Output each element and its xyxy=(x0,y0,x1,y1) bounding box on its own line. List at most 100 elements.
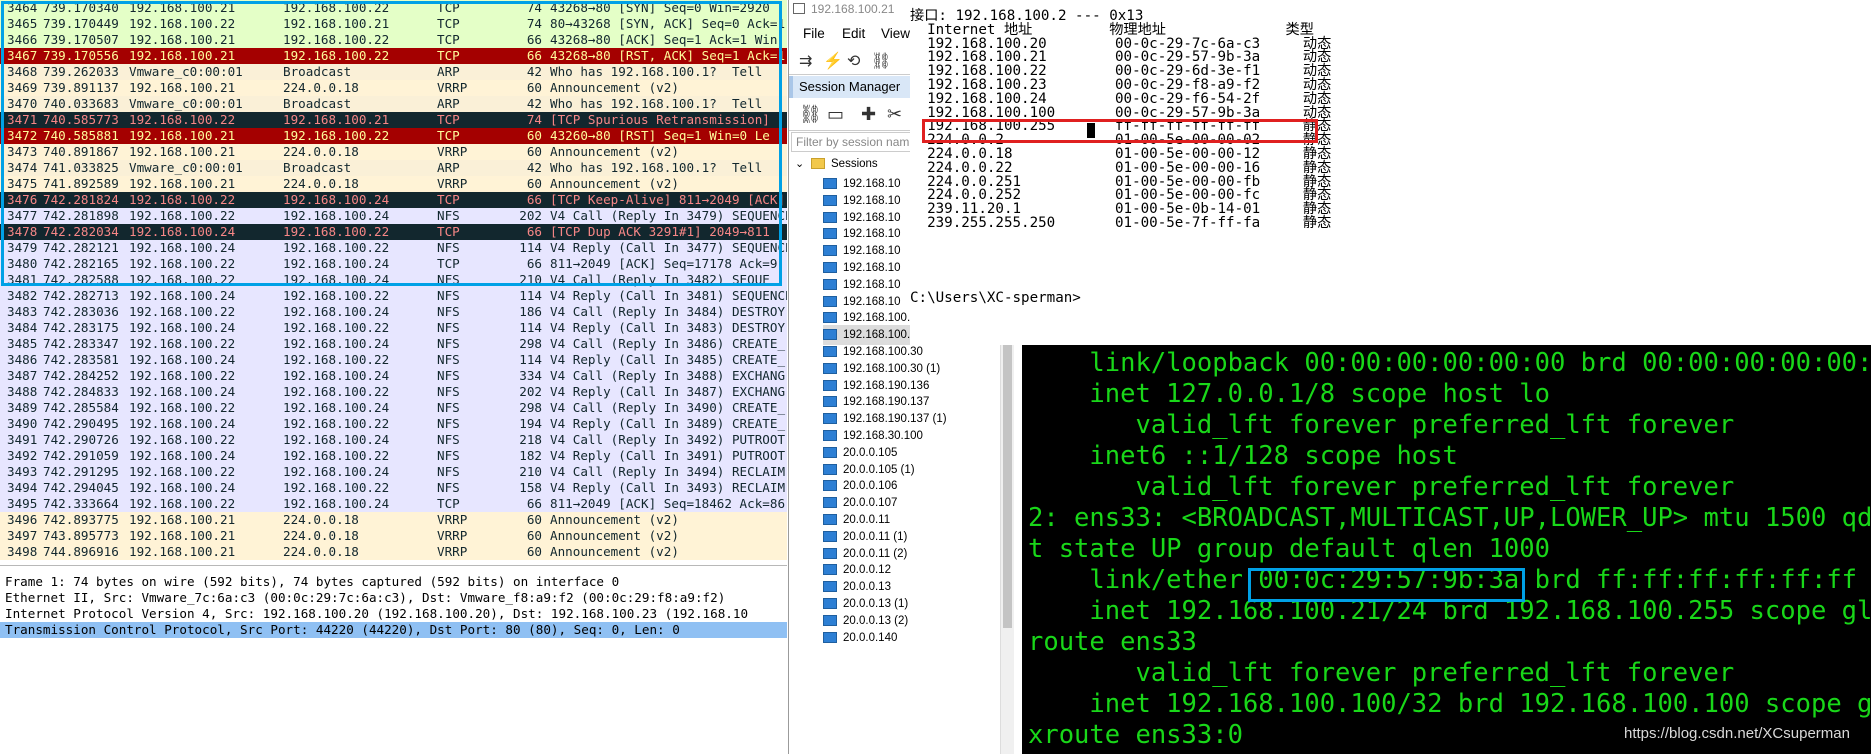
link-icon[interactable]: ⛓ xyxy=(799,104,822,125)
packet-row[interactable]: 3497 743.895773 192.168.100.21 224.0.0.18 VR… xyxy=(0,528,787,544)
highlight-box-blue xyxy=(1248,568,1525,602)
packet-proto: TCP xyxy=(437,496,460,511)
packet-time: 742.284252 xyxy=(43,368,119,383)
packet-row[interactable]: 3491 742.290726 192.168.100.22 192.168.100.… xyxy=(0,432,787,448)
packet-row[interactable]: 3487 742.284252 192.168.100.22 192.168.100.… xyxy=(0,368,787,384)
packet-len: 194 xyxy=(519,416,542,431)
packet-row[interactable]: 3498 744.896916 192.168.100.21 224.0.0.18 VR… xyxy=(0,544,787,560)
packet-proto: NFS xyxy=(437,416,460,431)
lightning-icon[interactable]: ⚡ xyxy=(823,51,843,71)
packet-src: 192.168.100.24 xyxy=(129,320,236,335)
monitor-icon xyxy=(823,329,837,341)
menu-view[interactable]: View xyxy=(881,22,910,46)
packet-proto: VRRP xyxy=(437,512,468,527)
packet-proto: NFS xyxy=(437,432,460,447)
packet-len: 210 xyxy=(519,464,542,479)
packet-len: 66 xyxy=(526,496,542,511)
packet-row[interactable]: 3485 742.283347 192.168.100.22 192.168.100.… xyxy=(0,336,787,352)
monitor-icon xyxy=(823,178,837,189)
packet-info: V4 Call (Reply In 3486) CREATE_ xyxy=(550,336,786,351)
connect-icon[interactable]: ⇉ xyxy=(799,51,812,71)
window-title-text: 192.168.100.21 xyxy=(811,2,895,16)
packet-row[interactable]: 3494 742.294045 192.168.100.24 192.168.100.… xyxy=(0,480,787,496)
monitor-icon xyxy=(823,413,837,425)
packet-time: 742.290726 xyxy=(43,432,119,447)
packet-proto: NFS xyxy=(437,352,460,367)
wireshark-window: 3464 739.170340 192.168.100.21 192.168.100.… xyxy=(0,0,787,754)
packet-len: 202 xyxy=(519,384,542,399)
packet-dst: 224.0.0.18 xyxy=(283,528,359,543)
menu-file[interactable]: File xyxy=(803,22,825,46)
terminal-line: inet 127.0.0.1/8 scope host lo xyxy=(1028,379,1550,409)
monitor-icon xyxy=(823,614,837,626)
cut-icon[interactable]: ✂ xyxy=(887,104,902,125)
packet-dst: 192.168.100.24 xyxy=(283,432,390,447)
monitor-icon xyxy=(823,379,837,391)
packet-info: V4 Call (Reply In 3494) RECLAIM xyxy=(550,464,786,479)
packet-src: 192.168.100.21 xyxy=(129,512,236,527)
packet-no: 3498 xyxy=(7,544,38,559)
packet-dst: 192.168.100.24 xyxy=(283,368,390,383)
monitor-icon xyxy=(823,631,837,643)
packet-len: 182 xyxy=(519,448,542,463)
packet-dst: 192.168.100.22 xyxy=(283,480,390,495)
packet-proto: NFS xyxy=(437,400,460,415)
session-item[interactable]: 20.0.0.140 xyxy=(823,628,999,648)
packet-dst: 192.168.100.22 xyxy=(283,352,390,367)
packet-row[interactable]: 3486 742.283581 192.168.100.24 192.168.100.… xyxy=(0,352,787,368)
detail-ip[interactable]: Internet Protocol Version 4, Src: 192.16… xyxy=(0,606,787,622)
packet-row[interactable]: 3493 742.291295 192.168.100.22 192.168.100.… xyxy=(0,464,787,480)
packet-dst: 192.168.100.24 xyxy=(283,304,390,319)
detail-ethernet[interactable]: Ethernet II, Src: Vmware_7c:6a:c3 (00:0c… xyxy=(0,590,787,606)
monitor-icon xyxy=(823,446,837,458)
packet-info: V4 Call (Reply In 3492) PUTROOT xyxy=(550,432,786,447)
packet-info: V4 Reply (Call In 3483) DESTROY xyxy=(550,320,786,335)
packet-row[interactable]: 3482 742.282713 192.168.100.24 192.168.100.… xyxy=(0,288,787,304)
packet-row[interactable]: 3489 742.285584 192.168.100.22 192.168.100.… xyxy=(0,400,787,416)
packet-no: 3496 xyxy=(7,512,38,527)
packet-dst: 224.0.0.18 xyxy=(283,544,359,559)
packet-time: 742.294045 xyxy=(43,480,119,495)
folder-icon[interactable]: ▭ xyxy=(827,104,844,125)
packet-row[interactable]: 3488 742.284833 192.168.100.24 192.168.100.… xyxy=(0,384,787,400)
monitor-icon xyxy=(823,598,837,609)
packet-row[interactable]: 3495 742.333664 192.168.100.22 192.168.100.… xyxy=(0,496,787,512)
terminal-line: xroute ens33:0 xyxy=(1028,720,1243,750)
packet-proto: NFS xyxy=(437,320,460,335)
add-icon[interactable]: ✚ xyxy=(861,104,876,125)
packet-src: 192.168.100.22 xyxy=(129,496,236,511)
arp-entry: 239.255.255.250 01-00-5e-7f-ff-fa 静态 xyxy=(910,215,1332,231)
packet-time: 742.283347 xyxy=(43,336,119,351)
menu-edit[interactable]: Edit xyxy=(842,22,865,46)
detail-tcp[interactable]: Transmission Control Protocol, Src Port:… xyxy=(0,622,787,638)
packet-time: 742.893775 xyxy=(43,512,119,527)
packet-no: 3491 xyxy=(7,432,38,447)
packet-time: 743.895773 xyxy=(43,528,119,543)
packet-time: 742.291059 xyxy=(43,448,119,463)
packet-src: 192.168.100.24 xyxy=(129,384,236,399)
packet-row[interactable]: 3483 742.283036 192.168.100.22 192.168.100.… xyxy=(0,304,787,320)
link-icon[interactable]: ⛓ xyxy=(871,51,891,71)
packet-row[interactable]: 3490 742.290495 192.168.100.24 192.168.100.… xyxy=(0,416,787,432)
packet-len: 114 xyxy=(519,352,542,367)
monitor-icon xyxy=(823,463,837,475)
packet-info: V4 Reply (Call In 3493) RECLAIM xyxy=(550,480,786,495)
packet-src: 192.168.100.21 xyxy=(129,544,236,559)
terminal-line: route ens33 xyxy=(1028,627,1197,657)
detail-frame[interactable]: Frame 1: 74 bytes on wire (592 bits), 74… xyxy=(0,574,787,590)
monitor-icon xyxy=(823,295,837,307)
monitor-icon xyxy=(823,312,837,324)
packet-proto: NFS xyxy=(437,464,460,479)
chevron-down-icon[interactable]: ⌄ xyxy=(795,154,804,174)
packet-row[interactable]: 3484 742.283175 192.168.100.24 192.168.100.… xyxy=(0,320,787,336)
packet-row[interactable]: 3492 742.291059 192.168.100.24 192.168.100.… xyxy=(0,448,787,464)
packet-dst: 192.168.100.24 xyxy=(283,496,390,511)
packet-info: V4 Reply (Call In 3487) EXCHANG xyxy=(550,384,786,399)
reconnect-icon[interactable]: ⟲ xyxy=(847,51,860,71)
terminal-line: inet6 ::1/128 scope host xyxy=(1028,441,1458,471)
monitor-icon xyxy=(823,396,837,408)
packet-row[interactable]: 3496 742.893775 192.168.100.21 224.0.0.18 VR… xyxy=(0,512,787,528)
terminal-line: valid_lft forever preferred_lft forever xyxy=(1028,410,1735,440)
watermark: https://blog.csdn.net/XCsuperman xyxy=(1624,725,1850,742)
packet-dst: 192.168.100.22 xyxy=(283,320,390,335)
